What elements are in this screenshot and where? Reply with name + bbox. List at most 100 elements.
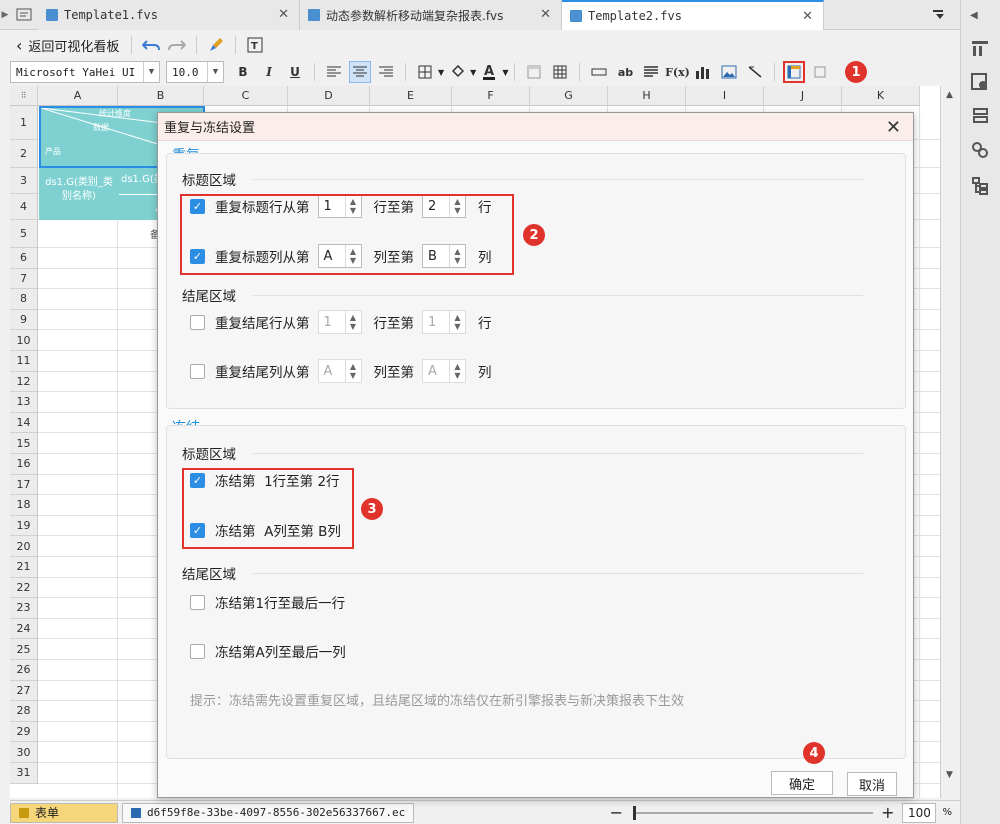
- hyperlink-icon[interactable]: [970, 140, 990, 160]
- chevron-down-icon[interactable]: ▼: [438, 68, 444, 77]
- slash-line-icon[interactable]: [744, 61, 766, 83]
- zoom-slider[interactable]: [633, 805, 874, 820]
- align-left-icon[interactable]: [323, 61, 345, 83]
- condition-attribute-icon[interactable]: [970, 106, 990, 126]
- widget-settings-icon[interactable]: [970, 72, 990, 92]
- cell-a3[interactable]: ds1.G(类别_类别名称): [39, 168, 119, 220]
- tab-dynamic-report[interactable]: 动态参数解析移动端复杂报表.fvs ✕: [300, 0, 562, 30]
- spinner-arrows-icon[interactable]: ▲ ▼: [344, 360, 361, 382]
- underline-button[interactable]: U: [284, 61, 306, 83]
- spinner-arrows-icon[interactable]: ▲ ▼: [344, 311, 361, 333]
- tab-template1[interactable]: Template1.fvs ✕: [38, 0, 300, 30]
- text-cell-button[interactable]: ab: [614, 61, 636, 83]
- back-button[interactable]: ‹ 返回可视化看板: [10, 33, 125, 57]
- chart-icon[interactable]: [692, 61, 714, 83]
- image-icon[interactable]: [718, 61, 740, 83]
- close-icon[interactable]: ✕: [540, 7, 551, 22]
- paragraph-icon[interactable]: [640, 61, 662, 83]
- row-header[interactable]: 16: [10, 454, 38, 475]
- format-brush-icon[interactable]: [205, 34, 227, 56]
- undo-icon[interactable]: [140, 34, 162, 56]
- close-icon[interactable]: ✕: [886, 117, 901, 138]
- row-header[interactable]: 4: [10, 194, 38, 220]
- row-header[interactable]: 25: [10, 639, 38, 660]
- border-icon[interactable]: [414, 61, 436, 83]
- row-header[interactable]: 24: [10, 618, 38, 640]
- close-icon[interactable]: ✕: [278, 7, 289, 22]
- column-header[interactable]: E: [370, 86, 452, 106]
- row-header[interactable]: 6: [10, 248, 38, 269]
- column-header[interactable]: H: [608, 86, 686, 106]
- row-header[interactable]: 8: [10, 289, 38, 310]
- row-header[interactable]: 10: [10, 330, 38, 351]
- row-header[interactable]: 13: [10, 392, 38, 413]
- italic-button[interactable]: I: [258, 61, 280, 83]
- repeat-footer-rows-from-input[interactable]: 1 ▲ ▼: [317, 310, 362, 334]
- row-header[interactable]: 15: [10, 433, 38, 454]
- spinner-arrows-icon[interactable]: ▲ ▼: [449, 311, 465, 333]
- close-icon[interactable]: ✕: [802, 9, 813, 24]
- freeze-footer-cols-checkbox[interactable]: [190, 643, 205, 659]
- repeat-footer-rows-checkbox[interactable]: [190, 314, 205, 330]
- tab-scroll-left-icon[interactable]: ▶: [0, 0, 10, 30]
- column-header[interactable]: A: [38, 86, 118, 106]
- row-header[interactable]: 30: [10, 742, 38, 763]
- row-header[interactable]: 14: [10, 412, 38, 434]
- chevron-down-icon[interactable]: ▼: [470, 68, 476, 77]
- column-header[interactable]: I: [686, 86, 764, 106]
- column-header[interactable]: C: [204, 86, 288, 106]
- row-header[interactable]: 20: [10, 536, 38, 557]
- row-header[interactable]: 28: [10, 701, 38, 722]
- repeat-footer-cols-to-input[interactable]: A ▲ ▼: [422, 359, 466, 383]
- column-header[interactable]: F: [452, 86, 530, 106]
- redo-icon[interactable]: [166, 34, 188, 56]
- row-header[interactable]: 3: [10, 168, 38, 194]
- repeat-footer-rows-to-input[interactable]: 1 ▲ ▼: [422, 310, 466, 334]
- zoom-slider-handle[interactable]: [633, 805, 637, 820]
- row-header[interactable]: 2: [10, 140, 38, 168]
- ok-button[interactable]: 确定: [771, 771, 833, 795]
- font-family-select[interactable]: Microsoft YaHei UI ▼: [10, 61, 160, 83]
- row-header[interactable]: 19: [10, 515, 38, 537]
- zoom-input[interactable]: 100: [902, 802, 937, 823]
- row-header[interactable]: 21: [10, 557, 38, 578]
- row-header[interactable]: 22: [10, 577, 38, 599]
- repeat-footer-cols-checkbox[interactable]: [190, 363, 205, 379]
- row-header[interactable]: 7: [10, 268, 38, 290]
- freeze-footer-rows-checkbox[interactable]: [190, 594, 205, 610]
- column-header[interactable]: G: [530, 86, 608, 106]
- font-size-select[interactable]: 10.0 ▼: [166, 61, 224, 83]
- row-header[interactable]: 31: [10, 763, 38, 784]
- cell-attributes-icon[interactable]: [970, 38, 990, 58]
- cell-style-icon[interactable]: [523, 61, 545, 83]
- zoom-out-icon[interactable]: −: [610, 803, 623, 822]
- chevron-down-icon[interactable]: ▼: [502, 68, 508, 77]
- sheet-tab-file[interactable]: d6f59f8e-33be-4097-8556-302e56337667.ec: [122, 802, 415, 823]
- row-header[interactable]: 18: [10, 495, 38, 516]
- bold-button[interactable]: B: [232, 61, 254, 83]
- column-header[interactable]: K: [842, 86, 920, 106]
- tab-menu-icon[interactable]: [824, 0, 960, 29]
- column-header[interactable]: D: [288, 86, 370, 106]
- cancel-button[interactable]: 取消: [847, 772, 897, 796]
- row-header[interactable]: 26: [10, 660, 38, 681]
- row-header[interactable]: 12: [10, 371, 38, 393]
- column-header[interactable]: J: [764, 86, 842, 106]
- row-header[interactable]: 1: [10, 106, 38, 140]
- font-color-icon[interactable]: A: [478, 61, 500, 83]
- tab-template2[interactable]: Template2.fvs ✕: [562, 0, 824, 30]
- insert-row-icon[interactable]: [588, 61, 610, 83]
- row-header[interactable]: 27: [10, 680, 38, 702]
- row-header[interactable]: 23: [10, 598, 38, 619]
- formula-button[interactable]: F(x): [665, 61, 690, 83]
- fill-color-icon[interactable]: [446, 61, 468, 83]
- align-center-icon[interactable]: [349, 61, 371, 83]
- row-header[interactable]: 11: [10, 351, 38, 372]
- row-header[interactable]: 17: [10, 474, 38, 496]
- table-icon[interactable]: [549, 61, 571, 83]
- scroll-down-icon[interactable]: ▼: [946, 770, 953, 780]
- align-right-icon[interactable]: [375, 61, 397, 83]
- collapse-arrow-icon[interactable]: ◀: [970, 10, 990, 30]
- spinner-arrows-icon[interactable]: ▲ ▼: [449, 360, 465, 382]
- row-header[interactable]: 5: [10, 220, 38, 248]
